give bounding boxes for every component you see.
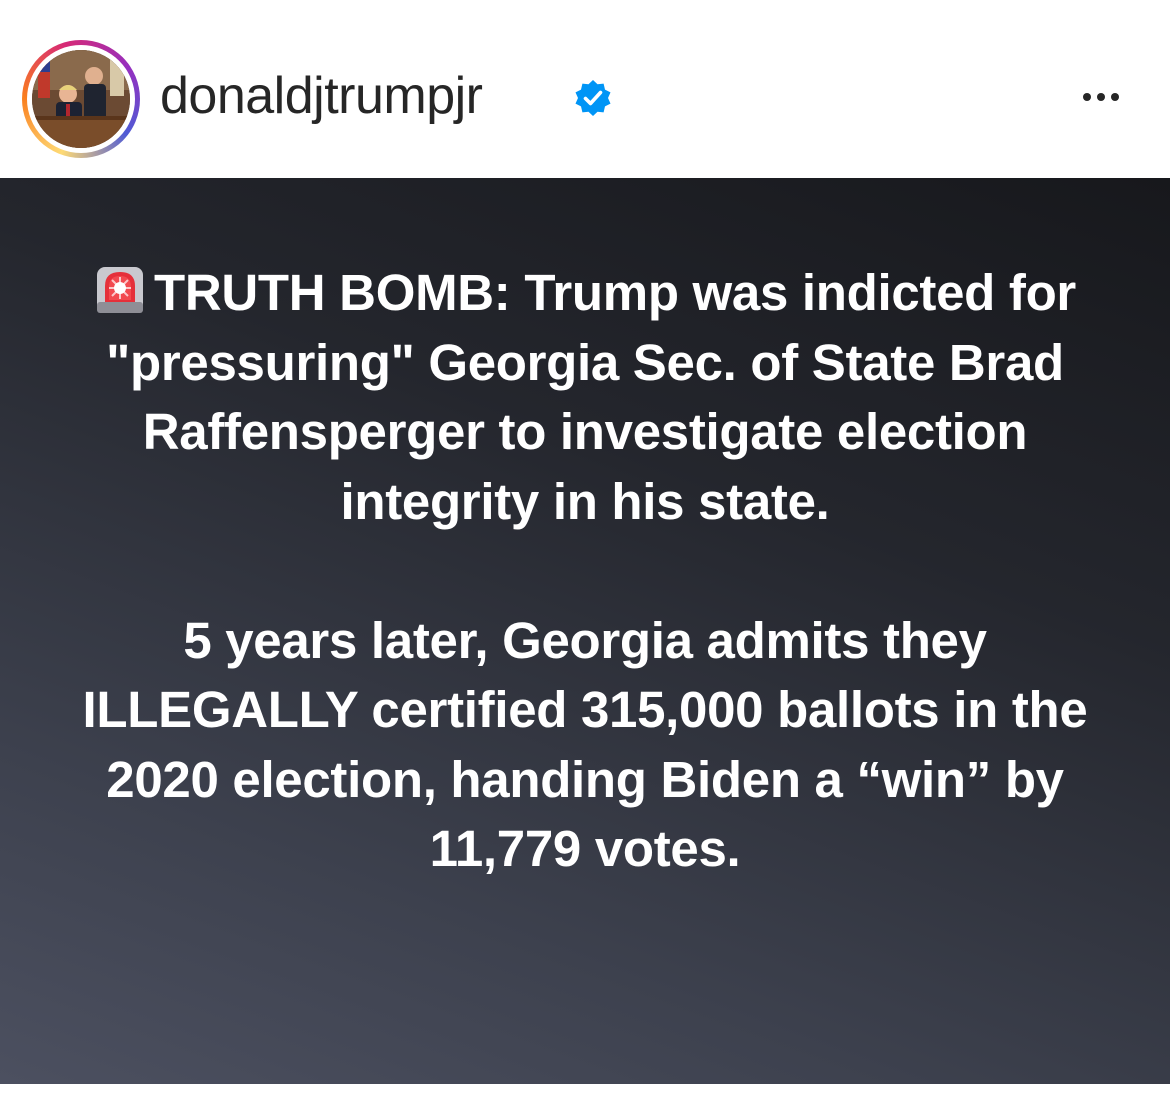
post-header: donaldjtrumpjr [0,0,1170,178]
post-footer-strip [0,1084,1170,1104]
post-caption-text: TRUTH BOMB: Trump was indicted for "pres… [60,258,1110,884]
post-image[interactable]: TRUTH BOMB: Trump was indicted for "pres… [0,178,1170,1084]
avatar[interactable] [32,50,130,148]
post-paragraph-1: TRUTH BOMB: Trump was indicted for "pres… [60,258,1110,536]
verified-badge-icon [575,80,611,116]
paragraph-1-text: TRUTH BOMB: Trump was indicted for "pres… [106,264,1076,530]
siren-icon [97,267,143,313]
username-link[interactable]: donaldjtrumpjr [160,64,483,128]
story-ring[interactable] [22,40,140,158]
avatar-photo-icon [32,50,130,148]
more-options-icon[interactable] [1072,80,1132,110]
post-paragraph-2: 5 years later, Georgia admits they ILLEG… [82,611,1088,878]
